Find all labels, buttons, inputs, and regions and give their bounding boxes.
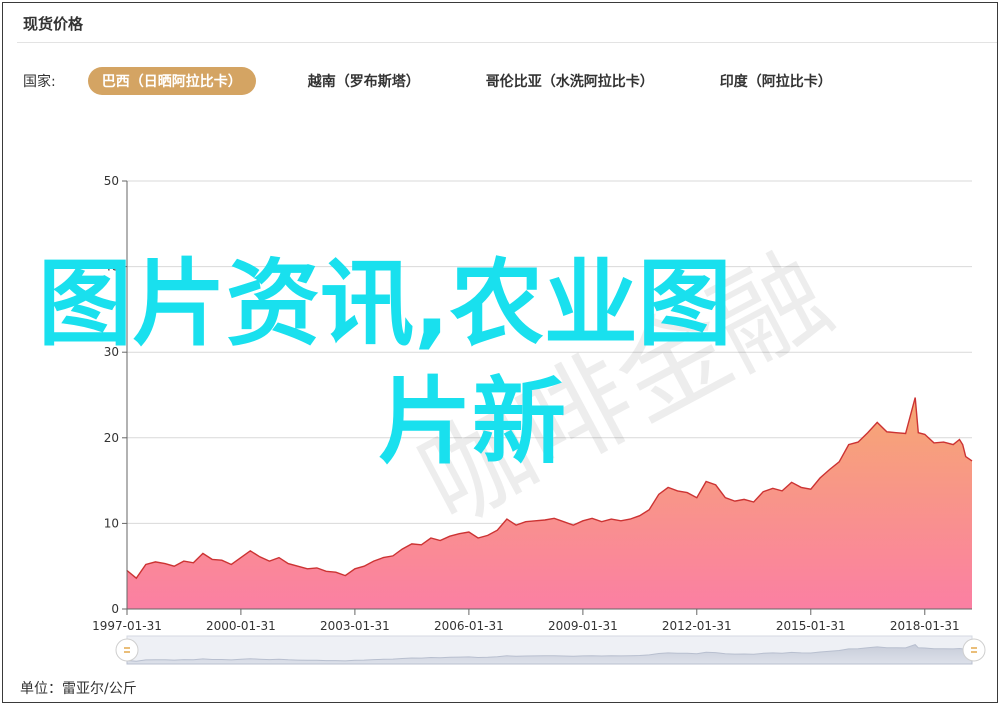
zoom-handle-left[interactable] <box>115 638 139 662</box>
x-tick-label: 2009-01-31 <box>548 619 618 633</box>
y-tick-label: 30 <box>104 345 119 359</box>
y-tick-label: 10 <box>104 516 119 530</box>
y-tick-label: 0 <box>111 602 119 616</box>
x-tick-label: 2000-01-31 <box>206 619 276 633</box>
x-tick-label: 2003-01-31 <box>320 619 390 633</box>
y-tick-label: 40 <box>104 260 119 274</box>
x-tick-label: 1997-01-31 <box>92 619 162 633</box>
y-tick-label: 50 <box>104 174 119 188</box>
x-tick-label: 2006-01-31 <box>434 619 504 633</box>
unit-label: 单位：雷亚尔/公斤 <box>20 681 137 697</box>
price-chart: 0 10 20 30 40 50 1997-01-31 2000-01-31 2003-01-3… <box>92 174 986 665</box>
zoom-handle-right[interactable] <box>962 638 986 662</box>
x-tick-label: 2018-01-31 <box>890 619 960 633</box>
series-area <box>127 397 972 609</box>
x-tick-label: 2015-01-31 <box>776 619 846 633</box>
x-tick-label: 2012-01-31 <box>662 619 732 633</box>
y-tick-label: 20 <box>104 431 119 445</box>
